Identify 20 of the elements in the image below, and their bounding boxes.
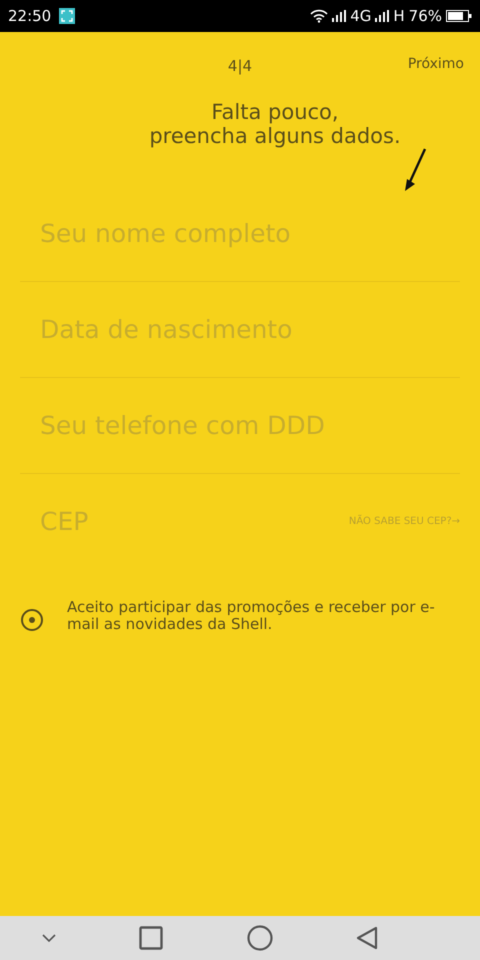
chevron-down-icon[interactable] <box>42 934 56 942</box>
consent-radio[interactable] <box>21 609 43 631</box>
battery-icon <box>446 10 472 22</box>
battery-percent: 76% <box>408 7 442 25</box>
arrow-icon <box>404 148 428 192</box>
step-counter: 4|4 <box>228 57 252 75</box>
consent-text: Aceito participar das promoções e receber por e-mail as novidades da Shell. <box>67 599 436 633</box>
home-icon[interactable] <box>246 925 273 951</box>
status-time: 22:50 <box>8 7 52 25</box>
recents-icon[interactable] <box>139 926 164 950</box>
signal-icon <box>332 10 346 22</box>
page-title: Falta pouco, <box>210 100 340 124</box>
network-label: 4G <box>350 7 372 25</box>
screenshot-icon <box>59 8 76 24</box>
next-button[interactable]: Próximo <box>408 56 464 72</box>
signal-icon <box>375 10 390 22</box>
back-icon[interactable] <box>356 926 378 950</box>
network-label: H <box>393 7 405 25</box>
wifi-icon <box>310 9 328 23</box>
page-title: preencha alguns dados. <box>148 124 402 148</box>
